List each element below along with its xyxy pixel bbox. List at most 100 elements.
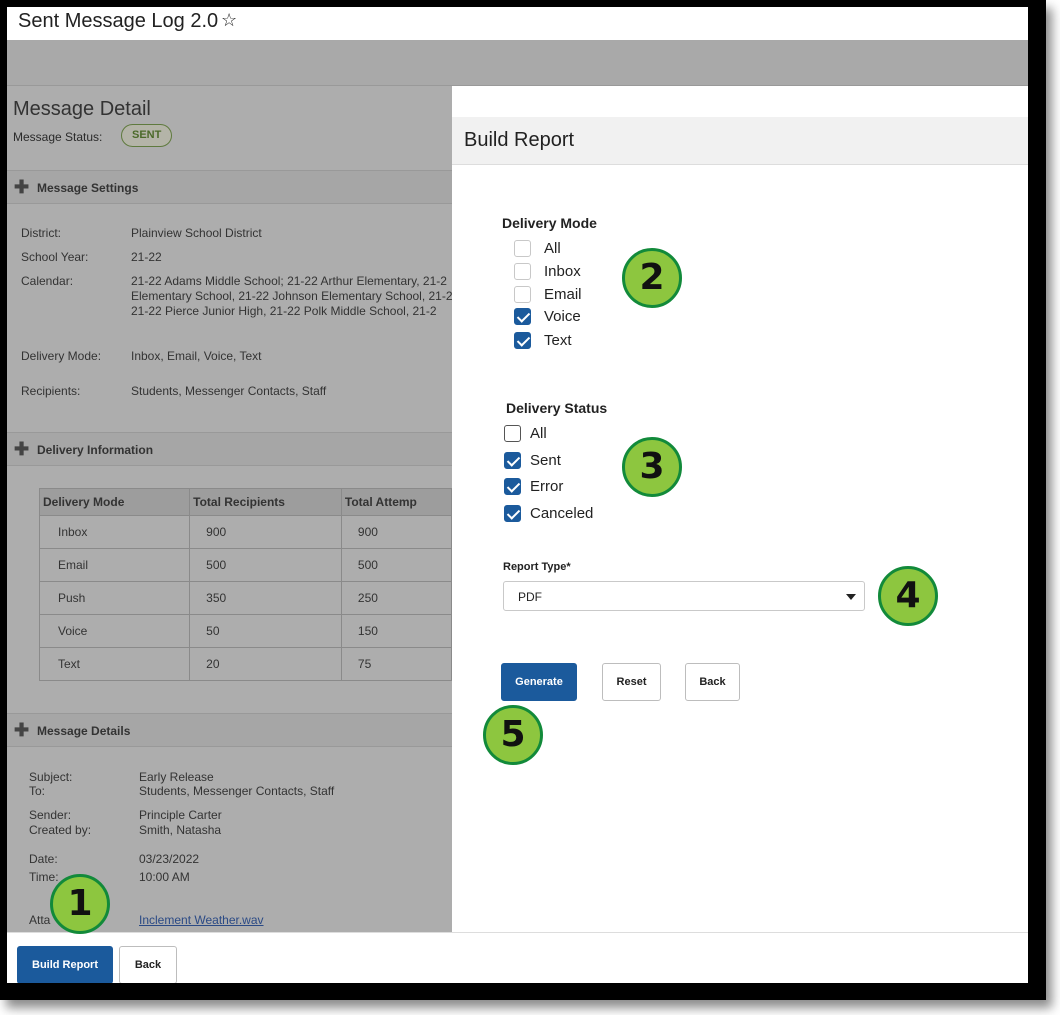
time-label: Time: <box>29 870 59 884</box>
callout-badge-2: 2 <box>622 248 682 308</box>
option-label: All <box>530 425 547 442</box>
table-cell: 75 <box>340 647 452 681</box>
option-label: Sent <box>530 452 561 469</box>
report-type-label: Report Type* <box>503 561 571 573</box>
table-row: Push 350 250 <box>38 581 452 615</box>
delivery-mode-label: Delivery Mode: <box>21 349 102 363</box>
to-value: Students, Messenger Contacts, Staff <box>139 784 335 798</box>
back-button[interactable]: Back <box>119 946 177 983</box>
message-details-label: Message Details <box>37 724 131 738</box>
page-title-bar: Sent Message Log 2.0 ☆ <box>7 7 1028 40</box>
table-cell: 20 <box>189 647 342 681</box>
delivery-status-group-title: Delivery Status <box>506 400 608 416</box>
option-label: Inbox <box>544 263 581 280</box>
subject-value: Early Release <box>139 770 214 784</box>
column-header: Delivery Mode <box>38 488 191 516</box>
star-icon[interactable]: ☆ <box>221 10 237 31</box>
message-detail-title: Message Detail <box>13 98 151 120</box>
message-settings-label: Message Settings <box>37 181 139 195</box>
table-row: Email 500 500 <box>38 548 452 582</box>
table-cell: 50 <box>189 614 342 648</box>
table-cell: Push <box>38 581 191 615</box>
subject-label: Subject: <box>29 770 73 784</box>
option-label: All <box>544 240 561 257</box>
delivery-mode-value: Inbox, Email, Voice, Text <box>131 349 262 363</box>
calendar-value-line2: Elementary School, 21-22 Johnson Element… <box>131 289 452 303</box>
sender-label: Sender: <box>29 808 72 822</box>
attachment-link[interactable]: Inclement Weather.wav <box>139 913 264 928</box>
checkbox[interactable] <box>514 263 531 280</box>
delivery-information-label: Delivery Information <box>37 443 154 457</box>
delivery-information-section-header[interactable]: ✚ Delivery Information <box>7 432 452 466</box>
option-label: Voice <box>544 308 581 325</box>
calendar-label: Calendar: <box>21 274 74 288</box>
attachment-label: Atta <box>29 913 51 927</box>
column-header: Total Recipients <box>189 488 342 516</box>
table-cell: Inbox <box>38 515 191 549</box>
table-cell: 900 <box>189 515 342 549</box>
checkbox-checked-icon[interactable] <box>504 478 521 495</box>
table-cell: Voice <box>38 614 191 648</box>
calendar-value-line1: 21-22 Adams Middle School; 21-22 Arthur … <box>131 274 447 288</box>
recipients-value: Students, Messenger Contacts, Staff <box>131 384 327 398</box>
plus-icon[interactable]: ✚ <box>14 439 29 460</box>
table-cell: 250 <box>340 581 452 615</box>
column-header: Total Attemp <box>340 488 452 516</box>
build-report-panel: Build Report Delivery Mode All Inbox Ema… <box>452 117 1028 932</box>
generate-button[interactable]: Generate <box>501 663 577 701</box>
checkbox[interactable] <box>504 425 521 442</box>
message-detail-panel: Message Detail Message Status: SENT ✚ Me… <box>7 86 452 932</box>
reset-button[interactable]: Reset <box>602 663 661 701</box>
table-cell: 500 <box>189 548 342 582</box>
checkbox-checked-icon[interactable] <box>504 452 521 469</box>
table-cell: 350 <box>189 581 342 615</box>
delivery-mode-group-title: Delivery Mode <box>502 215 597 231</box>
table-header-row: Delivery Mode Total Recipients Total Att… <box>38 488 452 516</box>
callout-badge-4: 4 <box>878 566 938 626</box>
status-badge: SENT <box>121 124 173 147</box>
checkbox[interactable] <box>514 240 531 257</box>
option-label: Canceled <box>530 505 594 522</box>
chevron-down-icon[interactable] <box>846 594 856 600</box>
table-cell: Text <box>38 647 191 681</box>
recipients-label: Recipients: <box>21 384 81 398</box>
school-year-value: 21-22 <box>131 250 162 264</box>
delivery-table: Delivery Mode Total Recipients Total Att… <box>38 488 452 681</box>
build-report-button[interactable]: Build Report <box>17 946 113 983</box>
created-by-label: Created by: <box>29 823 92 837</box>
message-details-section-header[interactable]: ✚ Message Details <box>7 713 452 747</box>
checkbox[interactable] <box>514 286 531 303</box>
created-by-value: Smith, Natasha <box>139 823 222 837</box>
footer-action-bar: Build Report Back <box>7 932 1028 983</box>
report-type-select[interactable]: PDF <box>503 581 865 611</box>
date-label: Date: <box>29 852 58 866</box>
table-cell: 900 <box>340 515 452 549</box>
callout-badge-3: 3 <box>622 437 682 497</box>
screenshot-frame: Sent Message Log 2.0 ☆ Message Detail Me… <box>0 0 1046 1000</box>
page-title: Sent Message Log 2.0 <box>18 10 219 32</box>
table-row: Text 20 75 <box>38 647 452 681</box>
toolbar-band <box>7 40 1028 86</box>
district-label: District: <box>21 226 61 240</box>
message-settings-section-header[interactable]: ✚ Message Settings <box>7 170 452 204</box>
date-value: 03/23/2022 <box>139 852 200 866</box>
app-screen: Sent Message Log 2.0 ☆ Message Detail Me… <box>7 7 1028 983</box>
option-label: Email <box>544 286 582 303</box>
table-cell: 150 <box>340 614 452 648</box>
message-status-label: Message Status: <box>13 130 103 144</box>
build-report-header: Build Report <box>452 117 1028 165</box>
sender-value: Principle Carter <box>139 808 222 822</box>
checkbox-checked-icon[interactable] <box>504 505 521 522</box>
checkbox-checked-icon[interactable] <box>514 332 531 349</box>
report-type-value: PDF <box>518 590 542 604</box>
checkbox-checked-icon[interactable] <box>514 308 531 325</box>
plus-icon[interactable]: ✚ <box>14 177 29 198</box>
school-year-label: School Year: <box>21 250 89 264</box>
table-row: Voice 50 150 <box>38 614 452 648</box>
plus-icon[interactable]: ✚ <box>14 720 29 741</box>
option-label: Text <box>544 332 572 349</box>
callout-badge-1: 1 <box>50 874 110 934</box>
panel-back-button[interactable]: Back <box>685 663 740 701</box>
to-label: To: <box>29 784 46 798</box>
option-label: Error <box>530 478 564 495</box>
